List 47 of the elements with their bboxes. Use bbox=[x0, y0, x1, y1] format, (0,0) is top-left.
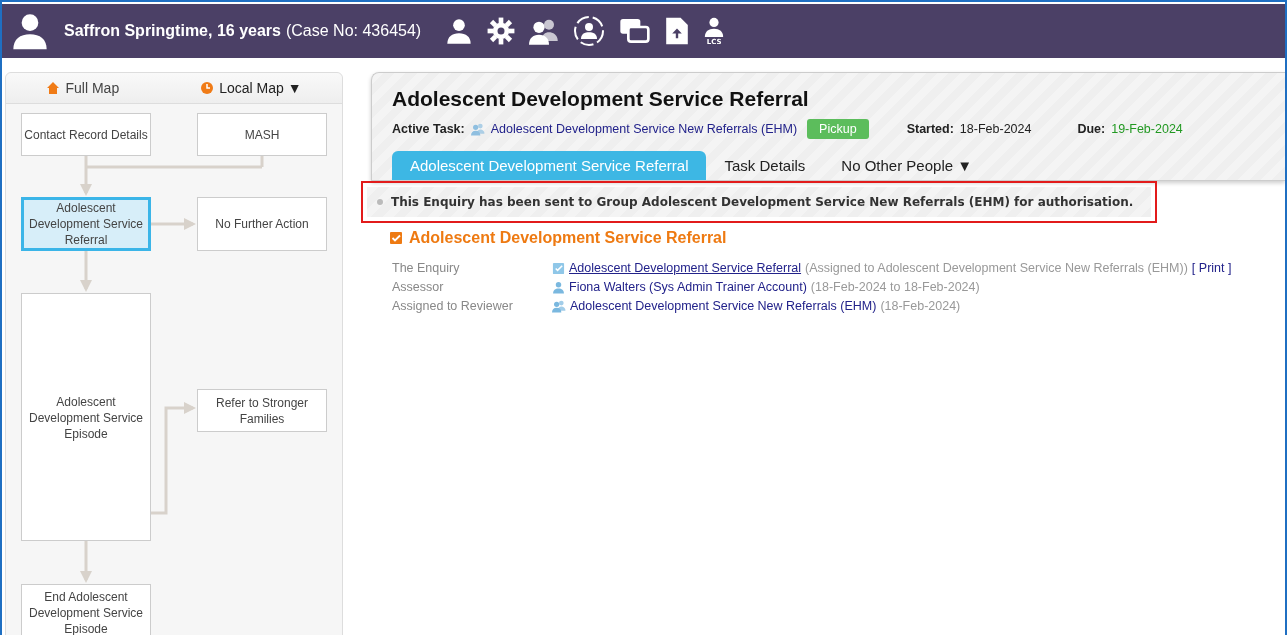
map-tab[interactable]: Local Map ▼ bbox=[200, 80, 302, 96]
person-icon[interactable] bbox=[445, 17, 474, 45]
section-title: Adolescent Development Service Referral bbox=[409, 229, 727, 247]
map-node[interactable]: Refer to Stronger Families bbox=[197, 389, 327, 432]
task-tab[interactable]: Task Details bbox=[706, 151, 824, 180]
map-node[interactable]: Adolescent Development Service Episode bbox=[21, 293, 151, 541]
due-label: Due: bbox=[1077, 122, 1106, 136]
map-node[interactable]: No Further Action bbox=[197, 197, 327, 251]
clock-icon bbox=[200, 81, 215, 95]
windows-icon[interactable] bbox=[619, 17, 652, 45]
print-link[interactable]: [ Print ] bbox=[1191, 261, 1232, 275]
field-note: (18-Feb-2024) bbox=[880, 299, 961, 313]
group-icon bbox=[552, 299, 566, 313]
map-tab[interactable]: Full Map bbox=[46, 80, 120, 96]
notice-text: This Enquiry has been sent to Group Adolescent Development Service New Referrals (EHM) for authorisation. bbox=[391, 195, 1134, 209]
person-circle-icon[interactable] bbox=[573, 15, 606, 47]
task-tab[interactable]: No Other People ▼ bbox=[823, 151, 991, 180]
field-label: Assessor bbox=[392, 280, 445, 294]
form-icon bbox=[552, 261, 565, 275]
field-link[interactable]: Fiona Walters (Sys Admin Trainer Account) bbox=[569, 280, 807, 294]
map-node[interactable]: Contact Record Details bbox=[21, 113, 151, 156]
due-date: 19-Feb-2024 bbox=[1111, 122, 1183, 136]
group-icon bbox=[470, 122, 485, 136]
active-task-label: Active Task: bbox=[392, 122, 465, 136]
document-upload-icon[interactable] bbox=[665, 16, 690, 46]
active-task-link[interactable]: Adolescent Development Service New Referrals (EHM) bbox=[490, 122, 798, 136]
connector-arrow bbox=[151, 218, 196, 230]
connector-arrow bbox=[80, 541, 92, 583]
field-link[interactable]: Adolescent Development Service Referral bbox=[569, 261, 802, 275]
client-name: Saffron Springtime, 16 years bbox=[64, 22, 281, 40]
field-note: (Assigned to Adolescent Development Service New Referrals (EHM)) bbox=[805, 261, 1188, 275]
map-node[interactable]: End Adolescent Development Service Episode bbox=[21, 584, 151, 635]
person-icon[interactable] bbox=[703, 16, 726, 38]
field-label: The Enquiry bbox=[392, 261, 461, 275]
task-title: Adolescent Development Service Referral bbox=[392, 87, 810, 111]
started-date: 18-Feb-2024 bbox=[959, 122, 1032, 136]
started-label: Started: bbox=[906, 122, 954, 136]
field-link[interactable]: Adolescent Development Service New Referrals (EHM) bbox=[570, 299, 877, 313]
field-label: Assigned to Reviewer bbox=[392, 299, 514, 313]
checklist-icon bbox=[389, 231, 403, 245]
connector-arrow bbox=[80, 251, 92, 292]
home-icon bbox=[46, 81, 61, 95]
case-number: (Case No: 436454) bbox=[285, 22, 422, 40]
settings-icon[interactable] bbox=[487, 17, 516, 45]
map-node[interactable]: MASH bbox=[197, 113, 327, 156]
map-node[interactable]: Adolescent Development Service Referral bbox=[21, 197, 151, 251]
field-note: (18-Feb-2024 to 18-Feb-2024) bbox=[810, 280, 980, 294]
